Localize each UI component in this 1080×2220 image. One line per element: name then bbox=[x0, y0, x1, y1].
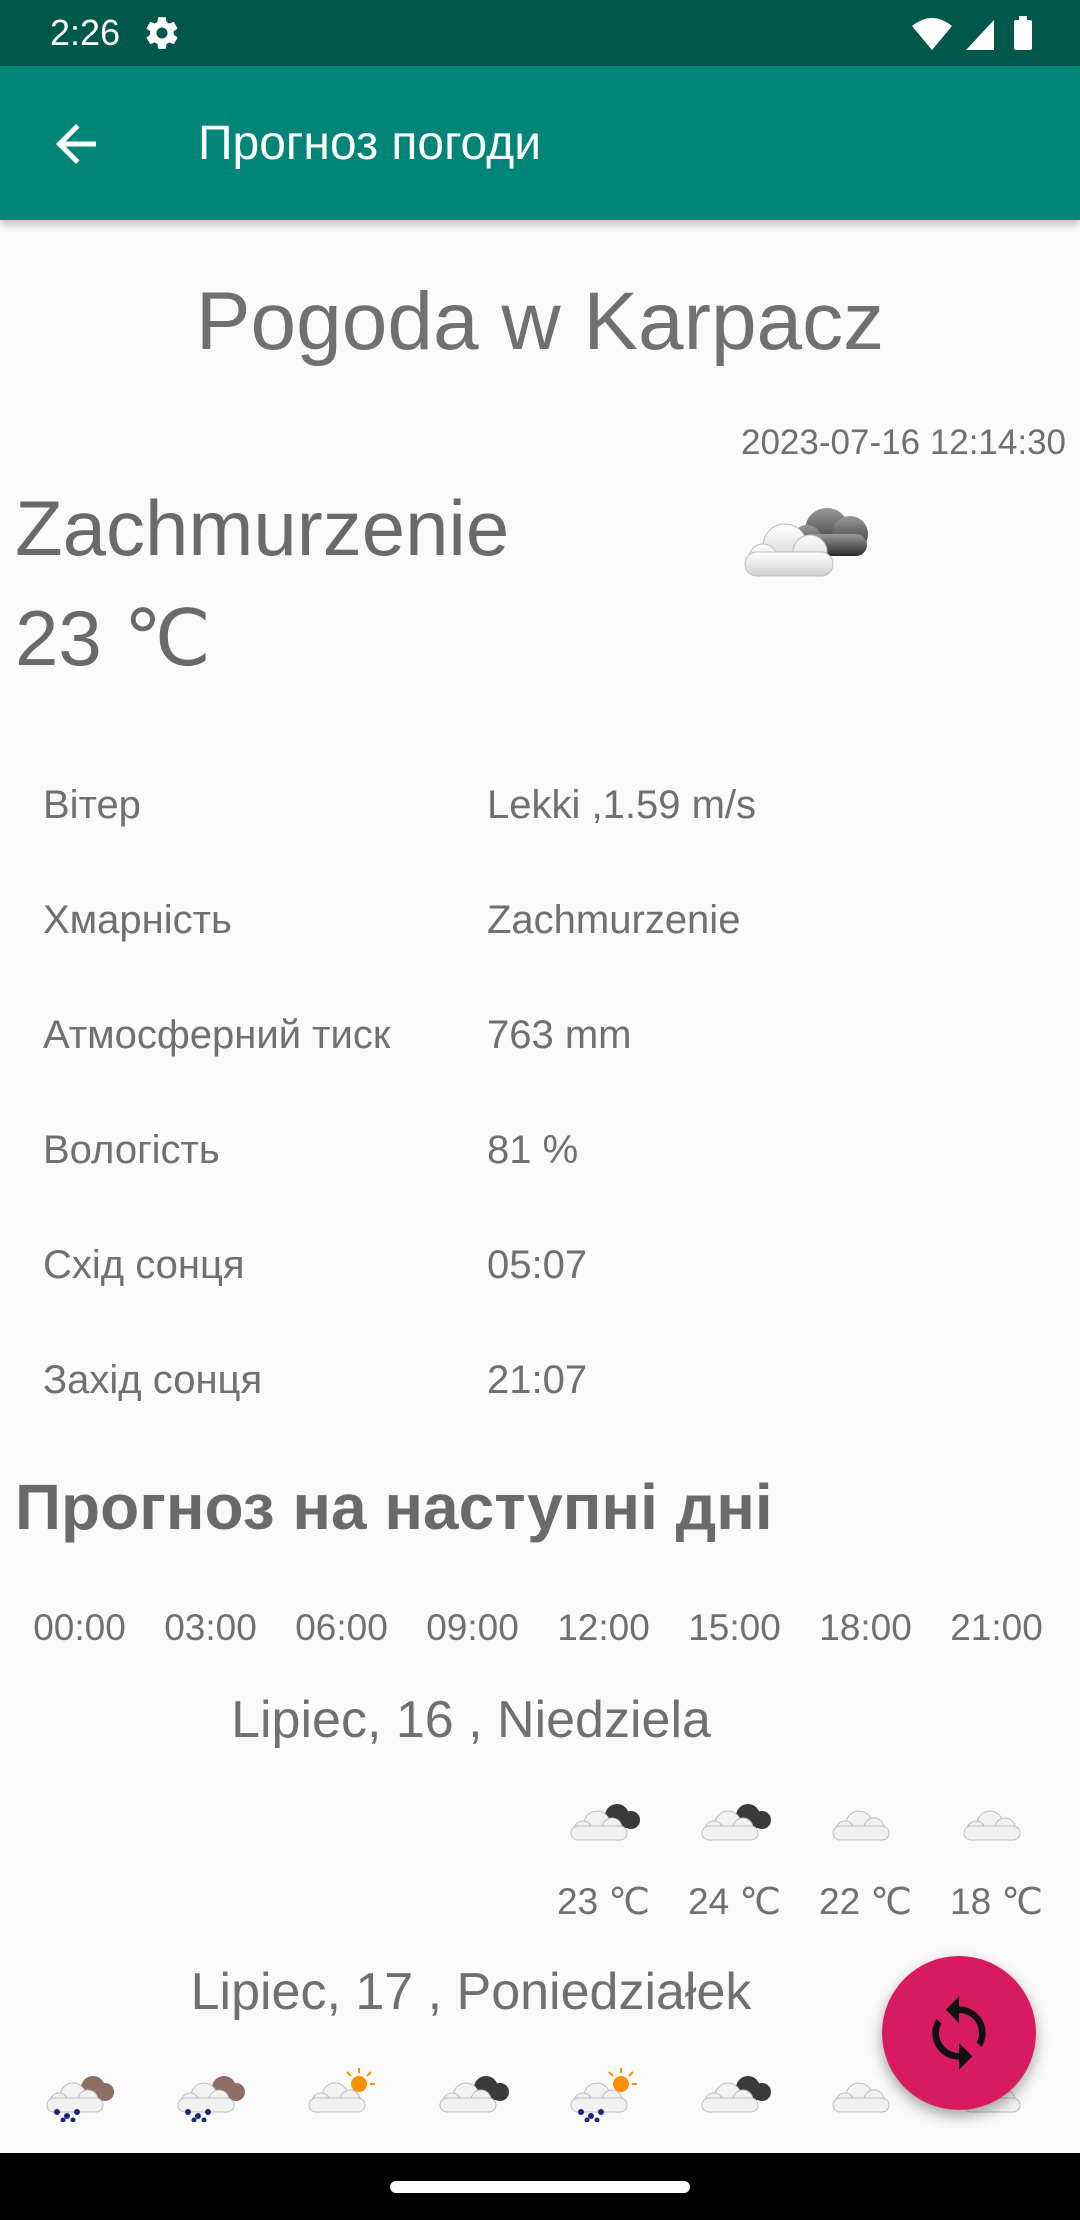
status-bar: 2:26 bbox=[0, 0, 1080, 66]
wifi-icon bbox=[912, 18, 952, 50]
hour-label: 09:00 bbox=[426, 1607, 519, 1648]
forecast-temperature: 24 ℃ bbox=[688, 1881, 781, 1922]
back-arrow-icon[interactable] bbox=[46, 114, 106, 174]
day-title: Lipiec, 16 , Niedziela bbox=[231, 1691, 711, 1749]
status-time: 2:26 bbox=[50, 12, 121, 53]
details-label: Захід сонця bbox=[43, 1358, 263, 1402]
hour-label: 15:00 bbox=[688, 1607, 781, 1648]
day-title: Lipiec, 17 , Poniedziałek bbox=[190, 1963, 752, 2021]
navigation-bar bbox=[0, 2153, 1080, 2220]
details-label: Схід сонця bbox=[43, 1243, 245, 1287]
details-row-sunrise: Схід сонця 05:07 bbox=[0, 1225, 1080, 1305]
forecast-heading: Прогноз на наступні дні bbox=[15, 1471, 773, 1543]
city-title: Pogoda w Karpacz bbox=[195, 276, 885, 367]
cloud-dark-icon bbox=[701, 2076, 771, 2113]
app-bar: Прогноз погоди bbox=[0, 66, 1080, 220]
cloud-dark-icon bbox=[570, 1804, 640, 1841]
forecast-temperature: 18 ℃ bbox=[950, 1881, 1043, 1922]
current-condition: Zachmurzenie bbox=[15, 484, 510, 572]
forecast-temperature: 22 ℃ bbox=[819, 1881, 912, 1922]
status-icons bbox=[912, 16, 1032, 50]
app-title: Прогноз погоди bbox=[198, 117, 542, 170]
refresh-button[interactable] bbox=[882, 1956, 1036, 2110]
battery-icon bbox=[1014, 16, 1032, 50]
details-value: 05:07 bbox=[487, 1243, 588, 1287]
update-timestamp: 2023-07-16 12:14:30 bbox=[741, 423, 1066, 462]
sun-cloud-icon bbox=[308, 2068, 375, 2113]
cloud-light-icon bbox=[832, 1810, 889, 1841]
hour-label: 03:00 bbox=[164, 1607, 257, 1648]
details-value: 21:07 bbox=[487, 1358, 588, 1402]
cloud-light-icon bbox=[963, 1810, 1020, 1841]
hour-label: 21:00 bbox=[950, 1607, 1043, 1648]
hour-label: 00:00 bbox=[33, 1607, 126, 1648]
details-row-humidity: Вологість 81 % bbox=[0, 1110, 1080, 1190]
details-label: Вітер bbox=[43, 783, 141, 827]
refresh-icon bbox=[932, 1996, 986, 2070]
rain-cloud-icon bbox=[46, 2076, 114, 2122]
sun-rain-icon bbox=[570, 2068, 637, 2122]
signal-icon bbox=[966, 20, 994, 50]
hour-label: 06:00 bbox=[295, 1607, 388, 1648]
details-row-cloudiness: Хмарність Zachmurzenie bbox=[0, 880, 1080, 960]
cloud-dark-icon bbox=[439, 2076, 509, 2113]
details-row-wind: Вітер Lekki ,1.59 m/s bbox=[0, 765, 1080, 845]
hour-label: 12:00 bbox=[557, 1607, 650, 1648]
details-label: Вологість bbox=[43, 1128, 220, 1172]
details-label: Атмосферний тиск bbox=[43, 1013, 391, 1057]
details-value: 763 mm bbox=[487, 1013, 632, 1057]
details-row-pressure: Атмосферний тиск 763 mm bbox=[0, 995, 1080, 1075]
current-temperature: 23 ℃ bbox=[15, 594, 212, 682]
forecast-temperature: 23 ℃ bbox=[557, 1881, 650, 1922]
details-value: 81 % bbox=[487, 1128, 579, 1172]
details-value: Zachmurzenie bbox=[487, 898, 741, 942]
cloud-mostly-icon bbox=[744, 508, 868, 577]
cloud-dark-icon bbox=[701, 1804, 771, 1841]
hour-label: 18:00 bbox=[819, 1607, 912, 1648]
home-handle[interactable] bbox=[390, 2181, 690, 2193]
settings-gear-icon bbox=[146, 17, 178, 49]
details-label: Хмарність bbox=[43, 898, 232, 942]
rain-cloud-icon bbox=[177, 2076, 245, 2122]
details-row-sunset: Захід сонця 21:07 bbox=[0, 1340, 1080, 1420]
forecast-hours-row: 00:00 03:00 06:00 09:00 12:00 15:00 18:0… bbox=[0, 1607, 1080, 1657]
details-value: Lekki ,1.59 m/s bbox=[487, 783, 757, 827]
